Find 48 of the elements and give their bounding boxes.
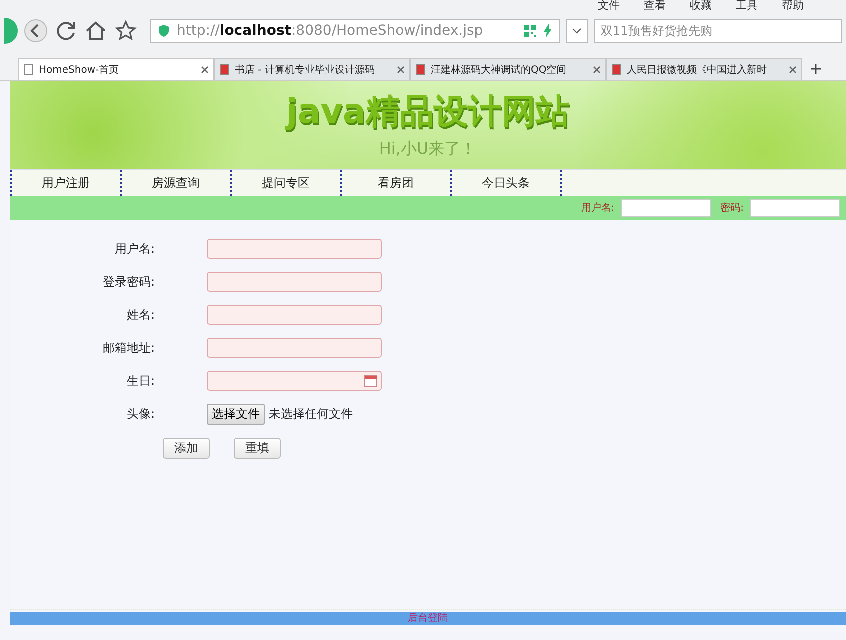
password-label: 密码: [720,202,744,215]
close-icon[interactable] [201,66,209,74]
close-icon[interactable] [397,66,405,74]
password-field[interactable] [750,199,840,217]
date-field[interactable] [207,371,382,391]
search-field[interactable]: 双11预售好货抢先购 [594,19,842,43]
dropdown-button[interactable] [566,19,588,43]
input-field[interactable] [207,272,382,292]
site-subtitle: Hi,小U来了！ [379,139,477,160]
menu-item[interactable]: 查看 [642,0,668,14]
calendar-icon[interactable] [364,374,378,388]
menu-item[interactable]: 帮助 [780,0,806,14]
qr-code-icon[interactable] [523,24,537,38]
close-icon[interactable] [789,66,797,74]
input-field[interactable] [207,305,382,325]
menu-item[interactable]: 收藏 [688,0,714,14]
browser-tab[interactable]: HomeShow-首页 [18,58,214,80]
reset-button[interactable]: 重填 [234,438,281,459]
shield-icon [157,24,171,38]
field-label: 用户名: [114,240,155,258]
refresh-icon[interactable] [54,19,78,43]
field-label: 邮箱地址: [102,340,155,356]
field-label: 生日: [126,372,155,390]
username-label: 用户名: [581,202,615,215]
file-status: 未选择任何文件 [269,406,353,423]
url-text: http://localhost:8080/HomeShow/index.jsp [177,23,484,39]
username-field[interactable] [620,199,711,217]
site-title: java精品设计网站 [286,91,570,134]
choose-file-button[interactable]: 选择文件 [207,404,265,425]
browser-tab[interactable]: 书店 - 计算机专业毕业设计源码 [214,58,410,80]
field-label: 头像: [126,406,155,423]
star-icon[interactable] [114,19,138,43]
new-tab-icon[interactable] [810,63,822,75]
browser-tab[interactable]: 人民日报微视频《中国进入新时 [606,58,802,80]
add-button[interactable]: 添加 [163,438,210,459]
chevron-down-icon[interactable] [572,28,582,34]
address-bar[interactable]: http://localhost:8080/HomeShow/index.jsp [150,19,560,43]
field-label: 姓名: [126,306,155,324]
lightning-icon[interactable] [543,24,553,38]
browser-tab[interactable]: 汪建林源码大神调试的QQ空间 [410,58,606,80]
menu-item[interactable]: 文件 [596,0,622,14]
back-icon[interactable] [24,19,48,43]
input-field[interactable] [207,239,382,259]
input-field[interactable] [207,338,382,358]
field-label: 登录密码: [102,274,155,290]
menu-item[interactable]: 工具 [734,0,760,14]
close-icon[interactable] [593,66,601,74]
home-icon[interactable] [84,19,108,43]
